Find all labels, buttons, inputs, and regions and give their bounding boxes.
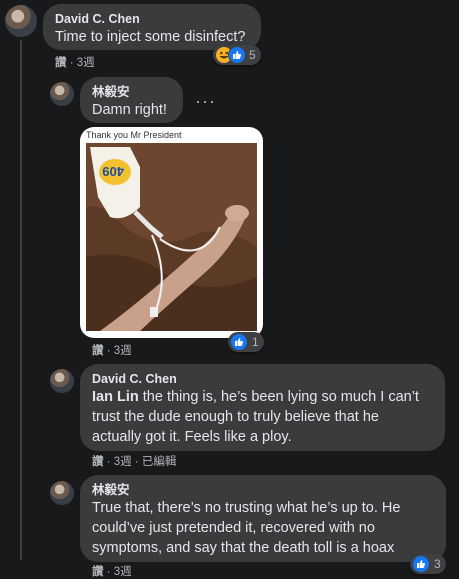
avatar-lin-yi-an[interactable] <box>50 481 74 505</box>
comment-meta: 讚 · 3週 <box>55 56 95 70</box>
reaction-count: 1 <box>252 335 259 349</box>
reaction-count: 5 <box>249 48 256 62</box>
comment-meta: 讚 · 3週 <box>92 344 132 358</box>
comment-photo[interactable]: Thank you Mr President 409 <box>80 127 263 338</box>
timestamp[interactable]: · 3週 <box>67 57 95 69</box>
comment-text: True that, there’s no trusting what he’s… <box>92 500 401 556</box>
timestamp[interactable]: · 3週 <box>104 566 132 578</box>
comment-text: Time to inject some disinfect? <box>55 29 246 45</box>
reaction-summary[interactable]: 1 <box>228 332 264 352</box>
comment-bubble-4: 林毅安 True that, there’s no trusting what … <box>80 475 446 562</box>
like-link[interactable]: 讚 <box>55 57 67 69</box>
timestamp[interactable]: · 3週 <box>104 345 132 357</box>
avatar-david-chen[interactable] <box>5 5 37 37</box>
reaction-summary[interactable]: 5 <box>213 45 261 65</box>
mention-link[interactable]: Ian Lin <box>92 389 139 405</box>
like-icon <box>412 555 430 573</box>
more-horizontal-icon[interactable]: ··· <box>195 92 216 110</box>
reaction-summary[interactable]: 3 <box>410 554 446 574</box>
comment-author[interactable]: 林毅安 <box>92 84 171 100</box>
avatar-lin-yi-an[interactable] <box>50 82 74 106</box>
comment-meta: 讚 · 3週 · 已編輯 <box>92 455 176 469</box>
comment-bubble-3: David C. Chen Ian Lin the thing is, he’s… <box>80 364 445 451</box>
like-link[interactable]: 讚 <box>92 456 104 468</box>
svg-text:409: 409 <box>102 164 124 179</box>
comment-author[interactable]: David C. Chen <box>55 11 249 27</box>
like-icon <box>228 46 246 64</box>
comment-author[interactable]: David C. Chen <box>92 371 433 387</box>
photo-image: 409 <box>86 143 257 331</box>
reaction-count: 3 <box>434 557 441 571</box>
reply-thread-line <box>20 40 22 560</box>
like-link[interactable]: 讚 <box>92 345 104 357</box>
timestamp[interactable]: · 3週 · 已編輯 <box>104 456 177 468</box>
comment-bubble-2: 林毅安 Damn right! <box>80 77 183 123</box>
comment-text: Damn right! <box>92 102 167 118</box>
comment-meta: 讚 · 3週 <box>92 565 132 579</box>
comment-bubble-1: David C. Chen Time to inject some disinf… <box>43 4 261 50</box>
avatar-david-chen[interactable] <box>50 369 74 393</box>
comment-author[interactable]: 林毅安 <box>92 482 434 498</box>
comment-text: Ian Lin the thing is, he’s been lying so… <box>92 389 419 445</box>
like-icon <box>230 333 248 351</box>
like-link[interactable]: 讚 <box>92 566 104 578</box>
